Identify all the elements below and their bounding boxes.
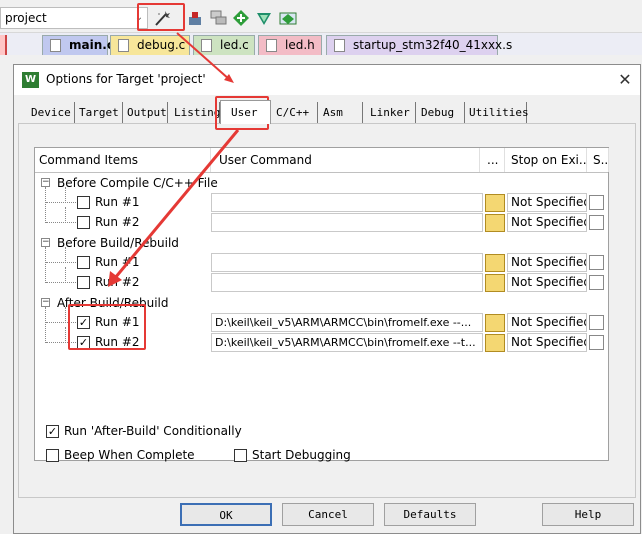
annotation-arrows: [108, 32, 240, 287]
arrow-to-user-tab: [176, 32, 231, 81]
arrow-to-run-boxes: [113, 129, 240, 279]
tab-user[interactable]: User: [220, 100, 271, 124]
